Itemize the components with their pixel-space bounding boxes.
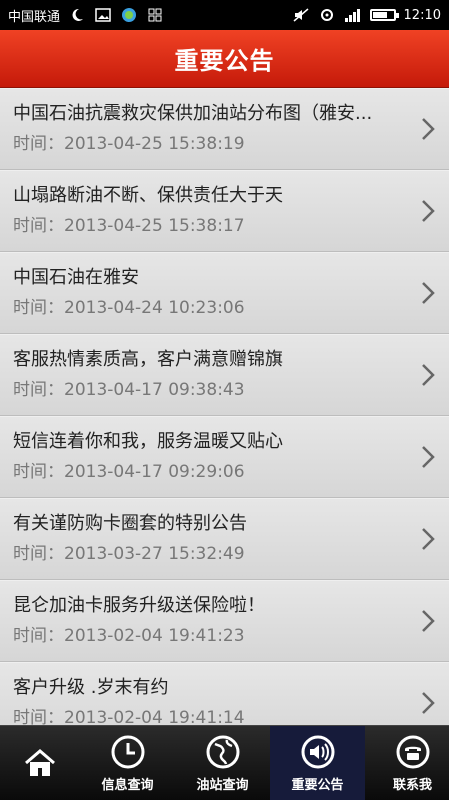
home-icon [25,749,55,776]
notice-time: 时间：2013-04-17 09:38:43 [13,380,245,400]
image-icon [94,7,112,23]
nav-station-query-label: 油站查询 [196,777,249,793]
chevron-right-icon [422,118,435,140]
list-item[interactable]: 中国石油在雅安 时间：2013-04-24 10:23:06 [0,252,449,334]
chevron-right-icon [422,692,435,714]
battery-icon [369,9,399,21]
page-title: 重要公告 [174,47,275,75]
notice-title: 短信连着你和我，服务温暖又贴心 [13,431,283,452]
nav-contact-label: 联系我 [392,777,432,793]
nav-notices[interactable]: 重要公告 [270,726,365,800]
chevron-right-icon [422,610,435,632]
app-notification-icon [120,7,138,23]
list-item[interactable]: 中国石油抗震救灾保供加油站分布图（雅安... 时间：2013-04-25 15:… [0,88,449,170]
nav-contact[interactable]: 联系我 [365,726,449,800]
moon-icon [68,7,86,23]
silent-icon [292,7,310,23]
notice-time: 时间：2013-02-04 19:41:23 [13,626,245,646]
nav-info-query[interactable]: 信息查询 [80,726,175,800]
chevron-right-icon [422,364,435,386]
clock-icon [111,735,144,768]
notice-time: 时间：2013-04-17 09:29:06 [13,462,245,482]
nav-info-query-label: 信息查询 [101,777,154,793]
notice-time: 时间：2013-04-25 15:38:17 [13,216,245,236]
nav-station-query[interactable]: 油站查询 [175,726,270,800]
notice-time: 时间：2013-03-27 15:32:49 [13,544,245,564]
chevron-right-icon [422,446,435,468]
grid-icon [146,7,164,23]
page-header: 重要公告 [0,30,449,88]
notice-time: 时间：2013-04-25 15:38:19 [13,134,245,154]
notice-title: 中国石油在雅安 [13,267,139,288]
battery-fill [372,12,387,18]
notice-time: 时间：2013-02-04 19:41:14 [13,708,245,725]
nav-notices-label: 重要公告 [291,777,344,793]
status-time: 12:10 [403,7,441,23]
list-item[interactable]: 客户升级 .岁末有约 时间：2013-02-04 19:41:14 [0,662,449,725]
list-item[interactable]: 有关谨防购卡圈套的特别公告 时间：2013-03-27 15:32:49 [0,498,449,580]
notice-title: 中国石油抗震救灾保供加油站分布图（雅安... [13,103,373,124]
list-item[interactable]: 山塌路断油不断、保供责任大于天 时间：2013-04-25 15:38:17 [0,170,449,252]
sync-icon [318,7,336,23]
notice-title: 客服热情素质高，客户满意赠锦旗 [13,349,283,370]
telephone-icon [396,735,429,768]
globe-icon [206,735,239,768]
notice-time: 时间：2013-04-24 10:23:06 [13,298,245,318]
notice-title: 山塌路断油不断、保供责任大于天 [13,185,283,206]
bottom-nav: 信息查询 油站查询 重要公告 联系我 [0,725,449,800]
chevron-right-icon [422,528,435,550]
carrier-label: 中国联通 [8,9,61,25]
notice-title: 昆仑加油卡服务升级送保险啦！ [13,595,265,616]
status-bar: 中国联通 12:10 [0,0,449,30]
notice-list[interactable]: 中国石油抗震救灾保供加油站分布图（雅安... 时间：2013-04-25 15:… [0,88,449,725]
chevron-right-icon [422,282,435,304]
notice-title: 有关谨防购卡圈套的特别公告 [13,513,247,534]
list-item[interactable]: 客服热情素质高，客户满意赠锦旗 时间：2013-04-17 09:38:43 [0,334,449,416]
chevron-right-icon [422,200,435,222]
notice-title: 客户升级 .岁末有约 [13,677,169,698]
list-item[interactable]: 短信连着你和我，服务温暖又贴心 时间：2013-04-17 09:29:06 [0,416,449,498]
nav-home[interactable] [0,726,80,800]
speaker-icon [301,735,334,768]
signal-icon [344,7,362,23]
list-item[interactable]: 昆仑加油卡服务升级送保险啦！ 时间：2013-02-04 19:41:23 [0,580,449,662]
